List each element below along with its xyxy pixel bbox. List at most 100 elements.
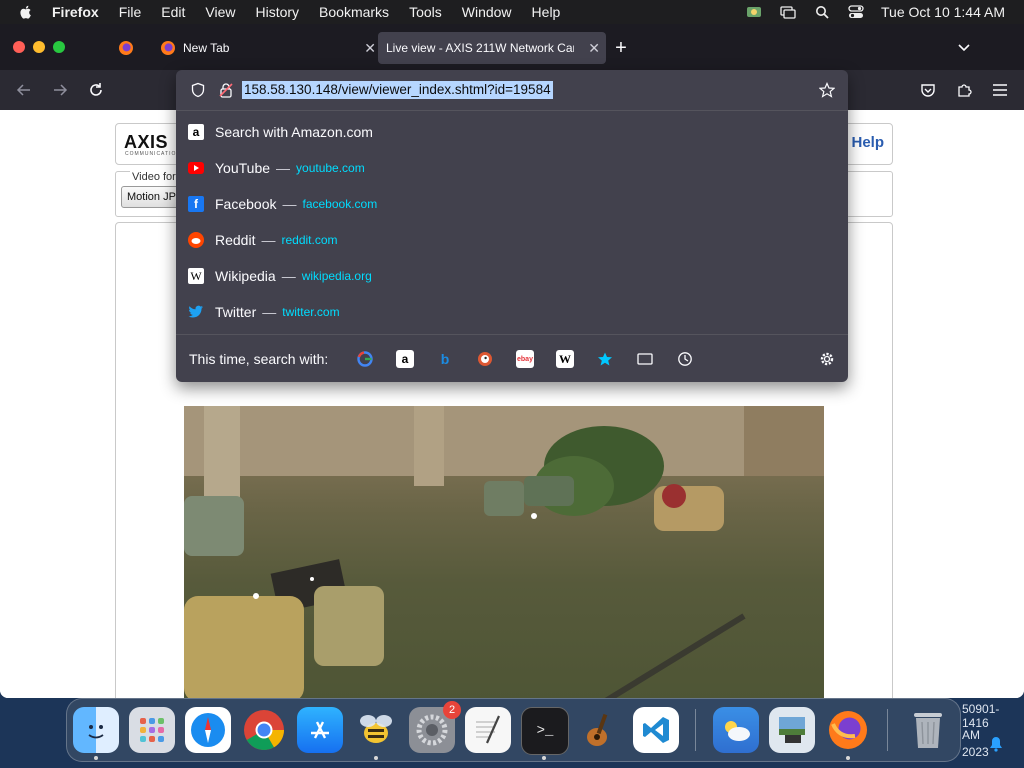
url-input[interactable]: 158.58.130.148/view/viewer_index.shtml?i… bbox=[242, 81, 553, 99]
menu-edit[interactable]: Edit bbox=[161, 4, 185, 20]
terminal-icon[interactable]: >_ bbox=[521, 707, 569, 755]
wikipedia-icon[interactable]: W bbox=[556, 350, 574, 368]
reload-button[interactable] bbox=[86, 80, 106, 100]
firefox-icon[interactable] bbox=[825, 707, 871, 753]
forward-button[interactable] bbox=[50, 80, 70, 100]
forward-arrow-icon bbox=[54, 84, 68, 96]
minimize-window-button[interactable] bbox=[33, 41, 45, 53]
menu-bar: Firefox File Edit View History Bookmarks… bbox=[0, 0, 1024, 24]
textedit-icon[interactable] bbox=[465, 707, 511, 753]
menu-app-firefox[interactable]: Firefox bbox=[52, 4, 99, 20]
suggestion-title: YouTube bbox=[215, 160, 271, 176]
suggestions-divider bbox=[176, 334, 848, 335]
apple-icon[interactable] bbox=[18, 4, 34, 20]
close-tab-icon[interactable]: ✕ bbox=[364, 40, 376, 57]
menu-help[interactable]: Help bbox=[532, 4, 561, 20]
tab-new-tab[interactable]: New Tab ✕ bbox=[152, 32, 382, 64]
finder-icon[interactable] bbox=[73, 707, 119, 753]
tab-pinned-firefox[interactable] bbox=[110, 32, 142, 64]
screen-mirroring-icon[interactable] bbox=[779, 5, 797, 19]
suggestion-title: Reddit bbox=[215, 232, 256, 248]
preview-icon[interactable] bbox=[769, 707, 815, 753]
suggestion-title: Facebook bbox=[215, 196, 277, 212]
search-settings-gear-icon[interactable] bbox=[818, 350, 836, 368]
suggestion-title: Search with Amazon.com bbox=[215, 124, 373, 140]
menu-history[interactable]: History bbox=[255, 4, 299, 20]
suggestion-amazon[interactable]: a Search with Amazon.com bbox=[188, 118, 373, 146]
extensions-button[interactable] bbox=[954, 80, 974, 100]
suggestion-url: twitter.com bbox=[282, 305, 340, 319]
desktop-label: 2023 bbox=[962, 745, 989, 759]
control-center-icon[interactable] bbox=[847, 5, 865, 19]
axis-logo[interactable]: AXIS bbox=[124, 132, 168, 153]
close-window-button[interactable] bbox=[13, 41, 25, 53]
menu-bookmarks[interactable]: Bookmarks bbox=[319, 4, 389, 20]
bookmark-star-icon[interactable] bbox=[819, 82, 835, 98]
chrome-icon[interactable] bbox=[241, 707, 287, 753]
suggestion-url: youtube.com bbox=[296, 161, 365, 175]
wikipedia-icon: W bbox=[188, 268, 204, 284]
notification-bell-icon[interactable] bbox=[989, 736, 1003, 752]
app-menu-button[interactable] bbox=[990, 80, 1010, 100]
launchpad-icon[interactable] bbox=[129, 707, 175, 753]
bing-icon[interactable]: b bbox=[436, 350, 454, 368]
new-tab-button[interactable]: + bbox=[608, 32, 634, 64]
menu-clock[interactable]: Tue Oct 10 1:44 AM bbox=[881, 4, 1005, 20]
bee-app-icon[interactable] bbox=[353, 707, 399, 753]
google-icon[interactable] bbox=[356, 350, 374, 368]
close-tab-icon[interactable]: ✕ bbox=[588, 40, 600, 57]
garageband-icon[interactable] bbox=[577, 707, 623, 753]
menu-window[interactable]: Window bbox=[462, 4, 512, 20]
facebook-icon: f bbox=[188, 196, 204, 212]
suggestion-reddit[interactable]: Reddit — reddit.com bbox=[188, 226, 338, 254]
back-arrow-icon bbox=[16, 84, 30, 96]
dock: 2 >_ bbox=[66, 698, 961, 762]
plus-icon: + bbox=[615, 36, 627, 59]
help-link[interactable]: Help bbox=[851, 134, 884, 151]
twitter-icon bbox=[188, 304, 204, 320]
tab-bar: New Tab ✕ Live view - AXIS 211W Network … bbox=[0, 24, 1024, 70]
list-all-tabs-button[interactable] bbox=[950, 32, 978, 64]
menu-file[interactable]: File bbox=[119, 4, 142, 20]
one-off-search-label: This time, search with: bbox=[189, 351, 329, 367]
pocket-icon bbox=[921, 84, 935, 97]
suggestion-wikipedia[interactable]: W Wikipedia — wikipedia.org bbox=[188, 262, 372, 290]
suggestion-url: reddit.com bbox=[281, 233, 338, 247]
tabs-icon[interactable] bbox=[636, 350, 654, 368]
history-icon[interactable] bbox=[676, 350, 694, 368]
ebay-icon[interactable]: ebay bbox=[516, 350, 534, 368]
vscode-icon[interactable] bbox=[633, 707, 679, 753]
insecure-lock-icon[interactable] bbox=[218, 82, 234, 98]
reddit-icon bbox=[188, 232, 204, 248]
pocket-button[interactable] bbox=[918, 80, 938, 100]
amazon-icon: a bbox=[188, 124, 204, 140]
menu-view[interactable]: View bbox=[205, 4, 235, 20]
notification-badge: 2 bbox=[443, 701, 461, 719]
suggestion-twitter[interactable]: Twitter — twitter.com bbox=[188, 298, 340, 326]
tab-new-tab-label: New Tab bbox=[183, 41, 230, 55]
suggestion-url: facebook.com bbox=[302, 197, 378, 211]
suggestion-youtube[interactable]: YouTube — youtube.com bbox=[188, 154, 365, 182]
video-format-legend: Video for bbox=[130, 171, 178, 183]
spotlight-search-icon[interactable] bbox=[813, 5, 831, 19]
dock-separator bbox=[887, 709, 888, 751]
urlbar[interactable]: 158.58.130.148/view/viewer_index.shtml?i… bbox=[176, 70, 848, 111]
amazon-icon[interactable]: a bbox=[396, 350, 414, 368]
menu-tools[interactable]: Tools bbox=[409, 4, 442, 20]
safari-icon[interactable] bbox=[185, 707, 231, 753]
duckduckgo-icon[interactable] bbox=[476, 350, 494, 368]
status-app-icon[interactable] bbox=[745, 5, 763, 19]
firefox-icon bbox=[119, 41, 133, 55]
bookmarks-icon[interactable] bbox=[596, 350, 614, 368]
suggestion-facebook[interactable]: f Facebook — facebook.com bbox=[188, 190, 377, 218]
zoom-window-button[interactable] bbox=[53, 41, 65, 53]
app-store-icon[interactable] bbox=[297, 707, 343, 753]
system-settings-icon[interactable]: 2 bbox=[409, 701, 461, 753]
back-button[interactable] bbox=[14, 80, 34, 100]
tab-live-view[interactable]: Live view - AXIS 211W Network Cam ✕ bbox=[378, 32, 606, 64]
shield-icon[interactable] bbox=[190, 82, 206, 98]
desktop-label: 50901-1416 bbox=[962, 702, 1000, 730]
weather-icon[interactable] bbox=[713, 707, 759, 753]
trash-icon[interactable] bbox=[905, 707, 951, 753]
suggestion-title: Twitter bbox=[215, 304, 257, 320]
